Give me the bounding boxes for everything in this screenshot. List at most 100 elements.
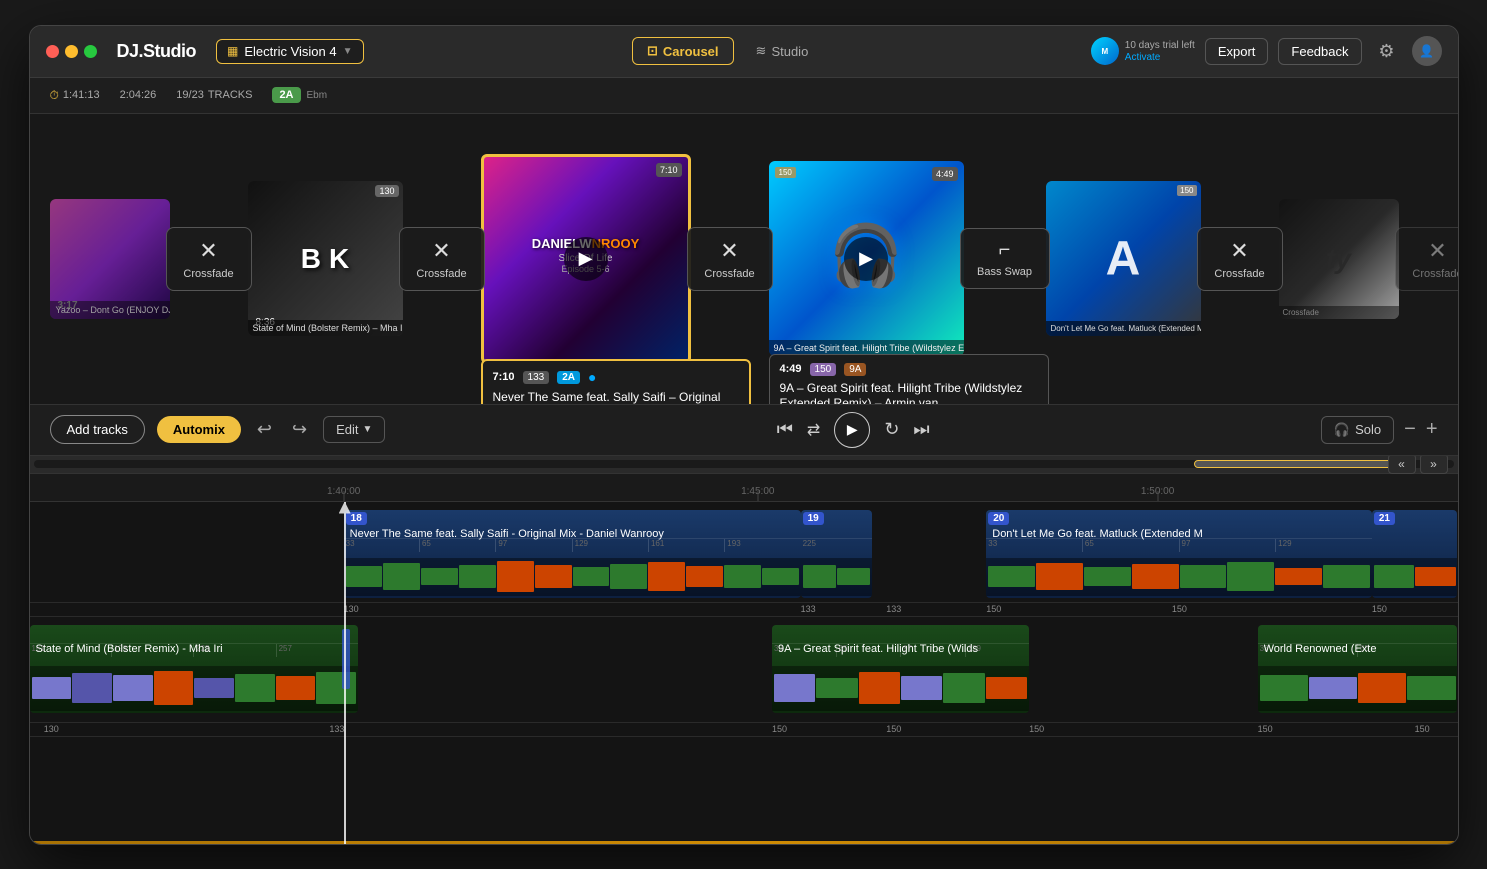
- popup-key-4: 9A: [844, 363, 866, 376]
- shuffle-icon: ⇄: [807, 420, 820, 440]
- export-button[interactable]: Export: [1205, 38, 1269, 65]
- project-selector[interactable]: ▦ Electric Vision 4 ▼: [216, 39, 364, 64]
- track-name-bottom-1: State of Mind (Bolster Remix) - Mha Iri: [36, 643, 223, 655]
- playhead: [344, 502, 346, 844]
- carousel-item-2[interactable]: B K 8:36 130 State of Mind (Bolster Remi…: [248, 181, 403, 336]
- shuffle-button[interactable]: ⇄: [807, 420, 820, 440]
- maximize-button[interactable]: [84, 45, 97, 58]
- automix-button[interactable]: Automix: [157, 416, 241, 443]
- popup-title-4: 9A – Great Spirit feat. Hilight Tribe (W…: [780, 381, 1038, 404]
- minus-icon: −: [1404, 418, 1416, 440]
- track-name-5: Don't Let Me Go feat. Matluck (Extended …: [1051, 324, 1201, 333]
- solo-button[interactable]: 🎧 Solo: [1321, 416, 1394, 444]
- transport-controls: ⏮ ⇄ ▶ ↻ ⏭: [397, 412, 1308, 448]
- transition-1[interactable]: ✕ Crossfade: [166, 227, 252, 291]
- bpm-line-bottom: 130 133 150 150 150 150 150: [30, 722, 1458, 736]
- track-name-20: Don't Let Me Go feat. Matluck (Extended …: [992, 528, 1203, 540]
- transition-2[interactable]: ✕ Crossfade: [399, 227, 485, 291]
- track-num-20: 20: [988, 512, 1009, 525]
- transition-label-4: Bass Swap: [977, 266, 1032, 278]
- close-button[interactable]: [46, 45, 59, 58]
- track-num-19: 19: [803, 512, 824, 525]
- duration-value: 2:04:26: [120, 89, 157, 101]
- carousel-track: 3:17 Yazoo – Dont Go (ENJOY DJS ✕ Crossf…: [30, 129, 1458, 389]
- skip-forward-button[interactable]: ⏭: [913, 419, 929, 440]
- user-button[interactable]: 👤: [1412, 36, 1442, 66]
- window-controls: [46, 45, 97, 58]
- repeat-icon: ↻: [884, 419, 899, 440]
- logo-dj: DJ.: [117, 41, 144, 61]
- play-button[interactable]: ▶: [834, 412, 870, 448]
- key-badge: 2A: [272, 87, 300, 103]
- track-block-18[interactable]: 18 Never The Same feat. Sally Saifi - Or…: [344, 510, 801, 598]
- waveform-icon: ≋: [756, 43, 767, 59]
- carousel-button[interactable]: ⊡ Carousel: [632, 37, 734, 65]
- crossfade-icon-2: ✕: [432, 238, 450, 264]
- track-lane-bottom: State of Mind (Bolster Remix) - Mha Iri …: [30, 617, 1458, 737]
- play-overlay-3[interactable]: ▶: [564, 237, 608, 281]
- rewind-button[interactable]: «: [1388, 456, 1416, 475]
- studio-label: Studio: [771, 44, 808, 59]
- add-tracks-button[interactable]: Add tracks: [50, 415, 145, 444]
- edit-button[interactable]: Edit ▼: [323, 416, 385, 443]
- track-block-21[interactable]: 21: [1372, 510, 1458, 598]
- fast-forward-button[interactable]: »: [1420, 456, 1448, 475]
- plus-icon: +: [1426, 418, 1438, 440]
- album-art-2: B K 8:36 130 State of Mind (Bolster Remi…: [248, 181, 403, 336]
- minimize-button[interactable]: [65, 45, 78, 58]
- carousel-item-1[interactable]: 3:17 Yazoo – Dont Go (ENJOY DJS: [50, 199, 170, 319]
- popup-time-4: 4:49: [780, 363, 802, 375]
- user-icon: 👤: [1419, 44, 1434, 58]
- track-block-bottom-2[interactable]: 9A – Great Spirit feat. Hilight Tribe (W…: [772, 625, 1029, 713]
- right-controls: M 10 days trial left Activate Export Fee…: [1091, 36, 1442, 66]
- track-block-bottom-1[interactable]: State of Mind (Bolster Remix) - Mha Iri …: [30, 625, 358, 713]
- key-stat: 2A Ebm: [272, 87, 327, 103]
- carousel-item-3[interactable]: DANIELWNROOY Slice Of Life Episode 5-6 ▶…: [481, 154, 691, 364]
- app-window: DJ.Studio ▦ Electric Vision 4 ▼ ⊡ Carous…: [29, 25, 1459, 845]
- timeline-scrollbar[interactable]: « »: [30, 456, 1458, 474]
- zoom-in-button[interactable]: +: [1426, 418, 1438, 441]
- carousel-icon: ⊡: [647, 43, 658, 59]
- track-block-bottom-3[interactable]: World Renowned (Exte 33 65: [1258, 625, 1458, 713]
- transition-5[interactable]: ✕ Crossfade: [1197, 227, 1283, 291]
- scrollbar-thumb[interactable]: [1194, 460, 1394, 468]
- app-logo: DJ.Studio: [117, 41, 197, 62]
- bottom-controls: Add tracks Automix ↩ ↪ Edit ▼ ⏮ ⇄ ▶ ↻: [30, 404, 1458, 456]
- track-block-19[interactable]: 19 225: [801, 510, 872, 598]
- track-name-4: 9A – Great Spirit feat. Hilight Tribe (W…: [774, 343, 964, 353]
- activate-link[interactable]: Activate: [1125, 52, 1195, 63]
- mixed-inkey-widget: M 10 days trial left Activate: [1091, 37, 1195, 65]
- track-lane-top: 18 Never The Same feat. Sally Saifi - Or…: [30, 502, 1458, 617]
- transition-3[interactable]: ✕ Crossfade: [687, 227, 773, 291]
- scrollbar-track[interactable]: [34, 460, 1454, 468]
- studio-button[interactable]: ≋ Studio: [742, 38, 823, 64]
- chevron-down-icon: ▼: [343, 46, 353, 57]
- edit-label: Edit: [336, 422, 358, 437]
- popup-key-dot-3: ●: [588, 369, 596, 385]
- track-name-1: Yazoo – Dont Go (ENJOY DJS: [56, 305, 170, 315]
- popup-key-3: 2A: [557, 371, 580, 384]
- redo-button[interactable]: ↪: [288, 415, 311, 444]
- transition-6[interactable]: ✕ Crossfade: [1395, 227, 1458, 291]
- undo-button[interactable]: ↩: [253, 415, 276, 444]
- play-overlay-4[interactable]: ▶: [844, 237, 888, 281]
- settings-button[interactable]: ⚙: [1372, 36, 1402, 66]
- transition-label-5: Crossfade: [1214, 268, 1264, 280]
- zoom-out-button[interactable]: −: [1404, 418, 1416, 441]
- carousel-item-5[interactable]: A Don't Let Me Go feat. Matluck (Extende…: [1046, 181, 1201, 336]
- track-name-2: State of Mind (Bolster Remix) – Mha Iri: [253, 323, 403, 333]
- track-info-popup-4: 4:49 150 9A 9A – Great Spirit feat. Hili…: [769, 354, 1049, 404]
- transition-label-1: Crossfade: [183, 268, 233, 280]
- skip-back-icon: ⏮: [777, 419, 793, 440]
- timeline-ruler: 1:40:00 1:45:00 1:50:00: [30, 474, 1458, 502]
- popup-meta-4: 4:49 150 9A: [780, 363, 1038, 376]
- repeat-button[interactable]: ↻: [884, 419, 899, 440]
- feedback-button[interactable]: Feedback: [1278, 38, 1361, 65]
- bassswap-icon: ⌐: [999, 239, 1011, 262]
- track-block-20[interactable]: 20 Don't Let Me Go feat. Matluck (Extend…: [986, 510, 1372, 598]
- carousel-item-4[interactable]: 🎧 ▶ 4:49 150 9A – Great Spirit feat. Hil…: [769, 161, 964, 356]
- trial-info: 10 days trial left Activate: [1125, 39, 1195, 63]
- transition-4[interactable]: ⌐ Bass Swap: [960, 228, 1050, 289]
- carousel-item-6[interactable]: ty Crossfade: [1279, 199, 1399, 319]
- skip-back-button[interactable]: ⏮: [777, 419, 793, 440]
